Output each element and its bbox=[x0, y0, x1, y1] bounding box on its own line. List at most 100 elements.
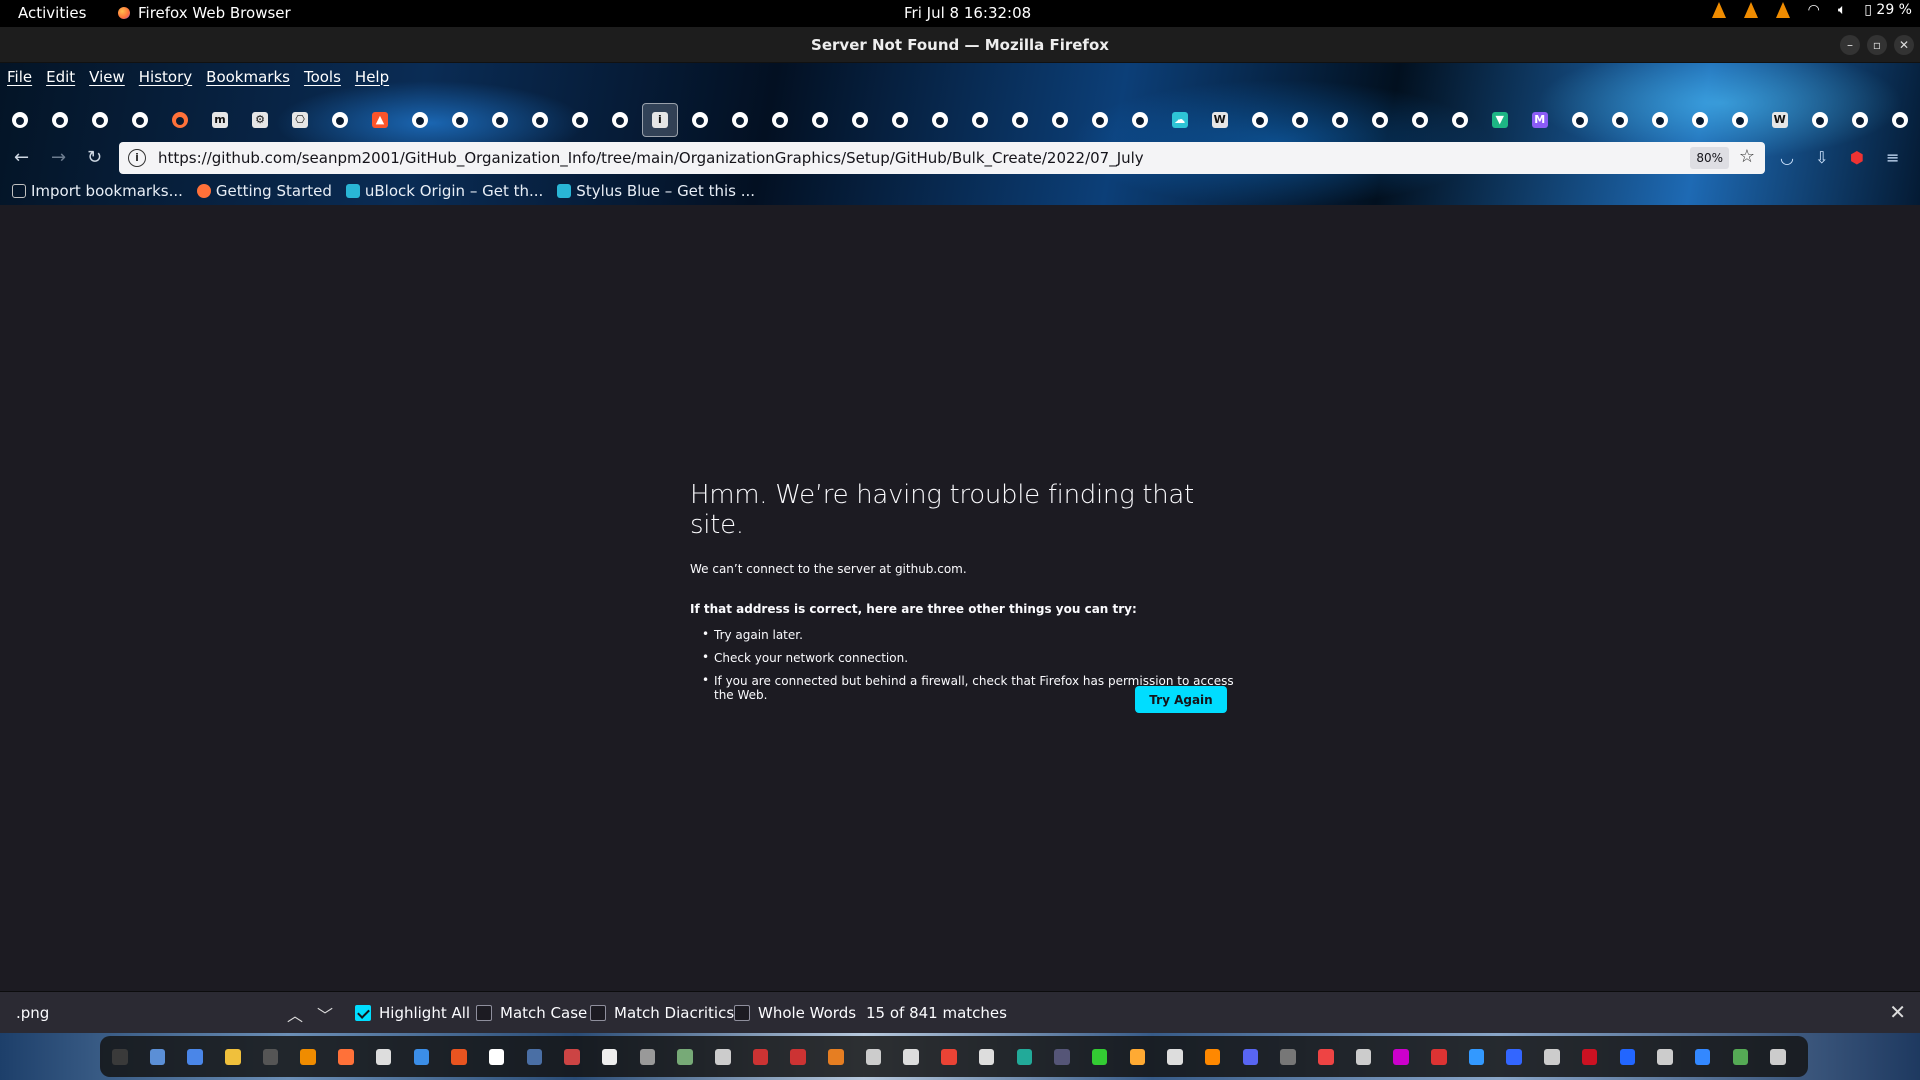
toolbar-item-github[interactable] bbox=[1640, 112, 1680, 128]
dock-app-icon[interactable] bbox=[451, 1048, 467, 1065]
dock-app-icon[interactable] bbox=[639, 1048, 656, 1065]
dock-app-icon[interactable] bbox=[1431, 1048, 1447, 1065]
toolbar-item-github[interactable] bbox=[1120, 112, 1160, 128]
dock-app-icon[interactable] bbox=[488, 1048, 505, 1065]
dock-app-icon[interactable] bbox=[752, 1048, 769, 1065]
dock-app-icon[interactable] bbox=[1506, 1048, 1522, 1065]
bookmark-ublock[interactable]: uBlock Origin – Get th... bbox=[345, 182, 543, 200]
toolbar-item-github[interactable] bbox=[480, 112, 520, 128]
dock-app-icon[interactable] bbox=[526, 1048, 543, 1065]
dock-app-icon[interactable] bbox=[1468, 1048, 1485, 1065]
whole-words-option[interactable]: Whole Words bbox=[734, 1004, 856, 1022]
site-info-icon[interactable]: i bbox=[128, 149, 146, 167]
toolbar-item-github[interactable] bbox=[1800, 112, 1840, 128]
activities-button[interactable]: Activities bbox=[18, 4, 86, 22]
app-menu[interactable]: Firefox Web Browser bbox=[118, 4, 291, 22]
find-input[interactable] bbox=[8, 1000, 278, 1026]
dock-app-icon[interactable] bbox=[1355, 1048, 1372, 1065]
system-tray[interactable]: ◠ 🔈︎ ▯ 29 % bbox=[1711, 2, 1912, 18]
dock-app-icon[interactable] bbox=[1770, 1048, 1786, 1065]
toolbar-item-github[interactable] bbox=[1360, 112, 1400, 128]
dock-app-icon[interactable] bbox=[149, 1048, 166, 1065]
bookmark-star-icon[interactable]: ☆ bbox=[1739, 146, 1755, 167]
url-input[interactable] bbox=[158, 149, 1628, 167]
dock-app-icon[interactable] bbox=[1242, 1048, 1259, 1065]
dock-app-icon[interactable] bbox=[225, 1048, 241, 1065]
toolbar-item-github[interactable] bbox=[520, 112, 560, 128]
url-bar[interactable]: i 80% ☆ bbox=[119, 142, 1765, 174]
close-window-button[interactable]: ✕ bbox=[1894, 35, 1914, 55]
dock-app-icon[interactable] bbox=[903, 1048, 919, 1065]
toolbar-item-github[interactable] bbox=[760, 112, 800, 128]
reload-icon[interactable]: ↻ bbox=[87, 147, 102, 168]
dock-app-icon[interactable] bbox=[1280, 1048, 1296, 1065]
dock-app-icon[interactable] bbox=[601, 1048, 618, 1065]
dock-app-icon[interactable] bbox=[1016, 1048, 1032, 1065]
dock-app-icon[interactable] bbox=[1544, 1048, 1560, 1065]
try-again-button[interactable]: Try Again bbox=[1135, 686, 1227, 713]
toolbar-item-github[interactable] bbox=[1240, 112, 1280, 128]
dock-app-icon[interactable] bbox=[677, 1048, 693, 1065]
dock-app-icon[interactable] bbox=[715, 1048, 731, 1065]
toolbar-item-github[interactable] bbox=[1440, 112, 1480, 128]
dock-app-icon[interactable] bbox=[828, 1048, 844, 1065]
match-diacritics-checkbox[interactable] bbox=[590, 1005, 606, 1021]
forward-icon[interactable]: → bbox=[51, 147, 66, 168]
minimize-button[interactable]: – bbox=[1840, 35, 1860, 55]
dock-app-icon[interactable] bbox=[112, 1048, 128, 1065]
menu-history[interactable]: History bbox=[132, 68, 199, 86]
toolbar-item-github[interactable] bbox=[880, 112, 920, 128]
toolbar-item-wikipedia[interactable]: W bbox=[1200, 112, 1240, 128]
dock-app-icon[interactable] bbox=[413, 1048, 429, 1065]
dock-app-icon[interactable] bbox=[865, 1048, 882, 1065]
toolbar-item-puzzle[interactable]: ⎔ bbox=[280, 112, 320, 128]
chevron-up-icon[interactable]: ︿ bbox=[287, 1002, 303, 1026]
toolbar-item-github[interactable] bbox=[1000, 112, 1040, 128]
toolbar-item-firefox[interactable] bbox=[160, 112, 200, 128]
toolbar-item-medium[interactable]: m bbox=[200, 112, 240, 128]
dock-app-icon[interactable] bbox=[375, 1048, 392, 1065]
menu-file[interactable]: File bbox=[0, 68, 39, 86]
toolbar-item-github[interactable] bbox=[1680, 112, 1720, 128]
menu-bookmarks[interactable]: Bookmarks bbox=[199, 68, 297, 86]
toolbar-item-github[interactable] bbox=[1560, 112, 1600, 128]
dock-app-icon[interactable] bbox=[300, 1048, 316, 1065]
chevron-down-icon[interactable]: ﹀ bbox=[317, 1002, 333, 1026]
download-icon[interactable]: ⇩ bbox=[1815, 148, 1828, 167]
toolbar-item-github[interactable] bbox=[720, 112, 760, 128]
dock-app-icon[interactable] bbox=[978, 1048, 995, 1065]
toolbar-item-github[interactable] bbox=[400, 112, 440, 128]
vlc-icon[interactable] bbox=[1743, 2, 1758, 18]
menu-help[interactable]: Help bbox=[348, 68, 396, 86]
dock-app-icon[interactable] bbox=[1054, 1048, 1070, 1065]
menu-edit[interactable]: Edit bbox=[39, 68, 82, 86]
toolbar-item-proton[interactable]: M bbox=[1520, 112, 1560, 128]
toolbar-item-github[interactable] bbox=[1400, 112, 1440, 128]
dock-app-icon[interactable] bbox=[1091, 1048, 1108, 1065]
dock-app-icon[interactable] bbox=[1318, 1048, 1334, 1065]
dock-app-icon[interactable] bbox=[1657, 1048, 1673, 1065]
close-icon[interactable]: ✕ bbox=[1889, 1000, 1906, 1024]
toolbar-item-github[interactable] bbox=[440, 112, 480, 128]
toolbar-item-github[interactable] bbox=[0, 112, 40, 128]
toolbar-item-github[interactable] bbox=[1600, 112, 1640, 128]
toolbar-item-github[interactable] bbox=[1080, 112, 1120, 128]
dock-app-icon[interactable] bbox=[1581, 1048, 1598, 1065]
toolbar-item-github[interactable] bbox=[840, 112, 880, 128]
toolbar-item-cloud[interactable]: ☁ bbox=[1160, 112, 1200, 128]
toolbar-item-github[interactable] bbox=[920, 112, 960, 128]
menu-tools[interactable]: Tools bbox=[297, 68, 348, 86]
toolbar-item-github[interactable] bbox=[40, 112, 80, 128]
dock-app-icon[interactable] bbox=[1204, 1048, 1221, 1065]
bookmark-stylus[interactable]: Stylus Blue – Get this ... bbox=[557, 182, 755, 200]
toolbar-item-github[interactable] bbox=[1840, 112, 1880, 128]
hamburger-menu-icon[interactable]: ≡ bbox=[1886, 148, 1899, 167]
dock-app-icon[interactable] bbox=[262, 1048, 279, 1065]
toolbar-item-wikipedia[interactable]: W bbox=[1760, 112, 1800, 128]
clock[interactable]: Fri Jul 8 16:32:08 bbox=[904, 4, 1031, 22]
zoom-level[interactable]: 80% bbox=[1690, 147, 1729, 169]
toolbar-item-github[interactable] bbox=[1320, 112, 1360, 128]
vlc-icon[interactable] bbox=[1775, 2, 1790, 18]
vlc-icon[interactable] bbox=[1711, 2, 1726, 18]
toolbar-item-github[interactable] bbox=[320, 112, 360, 128]
